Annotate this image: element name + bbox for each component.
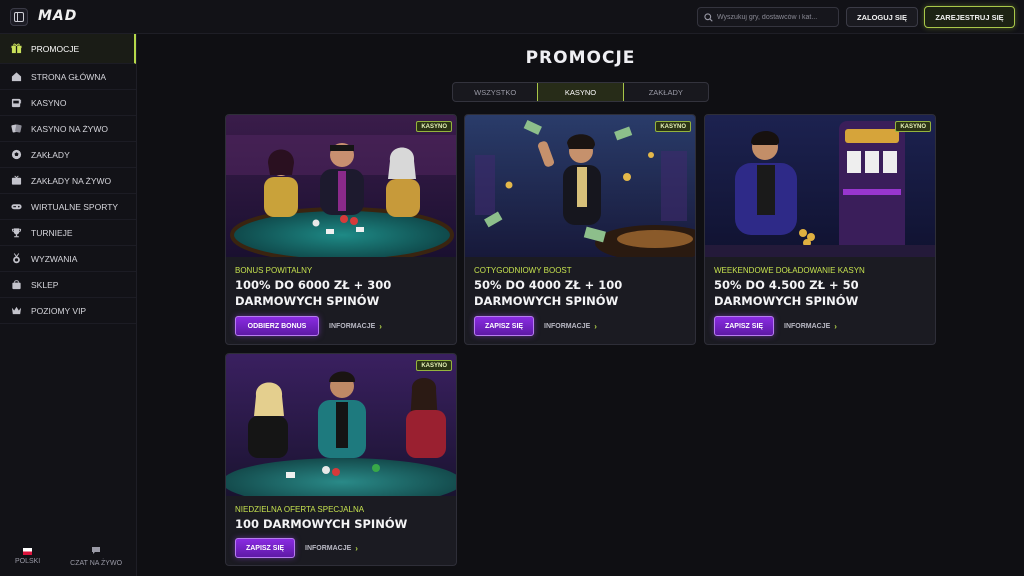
sidebar-footer: POLSKI CZAT NA ŻYWO — [0, 536, 137, 576]
claim-bonus-button[interactable]: ODBIERZ BONUS — [235, 316, 319, 336]
sidebar-item-tournaments[interactable]: TURNIEJE — [0, 220, 136, 246]
sidebar-item-label: KASYNO NA ŻYWO — [31, 123, 108, 134]
sidebar-item-casino[interactable]: KASYNO — [0, 90, 136, 116]
sidebar-item-label: ZAKŁADY — [31, 149, 70, 160]
sidebar-item-sports[interactable]: ZAKŁADY — [0, 142, 136, 168]
sign-up-button[interactable]: ZAPISZ SIĘ — [235, 538, 295, 558]
chevron-right-icon: › — [834, 322, 837, 331]
sidebar-item-label: ZAKŁADY NA ŻYWO — [31, 175, 112, 186]
promo-card: KASYNO WEEKENDOWE DOŁADOWANIE KASYN 50% … — [704, 114, 936, 345]
sidebar-item-live-sports[interactable]: ZAKŁADY NA ŻYWO — [0, 168, 136, 194]
sidebar-toggle-button[interactable] — [10, 8, 28, 26]
promo-title: 50% DO 4000 ZŁ + 100 DARMOWYCH SPINÓW — [474, 278, 623, 308]
sidebar-item-virtual-sports[interactable]: WIRTUALNE SPORTY — [0, 194, 136, 220]
category-badge: KASYNO — [655, 121, 691, 132]
sidebar-item-challenges[interactable]: WYZWANIA — [0, 246, 136, 272]
tab-all[interactable]: WSZYSTKO — [453, 83, 537, 101]
promo-title: 100% DO 6000 ZŁ + 300 DARMOWYCH SPINÓW — [235, 278, 392, 308]
cards-icon — [11, 123, 22, 134]
football-icon — [11, 149, 22, 160]
promo-subtitle: BONUS POWITALNY — [235, 266, 313, 275]
medal-icon — [11, 253, 22, 264]
search-box[interactable] — [697, 7, 839, 27]
sidebar-item-label: POZIOMY VIP — [31, 305, 87, 316]
info-link-label: INFORMACJE — [329, 323, 376, 330]
sidebar-item-promotions[interactable]: PROMOCJE — [0, 34, 136, 64]
tv-icon — [11, 175, 22, 186]
shop-icon — [11, 279, 22, 290]
home-icon — [11, 71, 22, 82]
register-button[interactable]: ZAREJESTRUJ SIĘ — [924, 6, 1015, 28]
sidebar-item-label: SKLEP — [31, 279, 59, 290]
promo-card: KASYNO COTYGODNIOWY BOOST 50% DO 4000 ZŁ… — [464, 114, 696, 345]
sidebar-item-label: TURNIEJE — [31, 227, 73, 238]
info-link-label: INFORMACJE — [305, 545, 352, 552]
promo-image-slot-machine: KASYNO — [705, 115, 935, 257]
logo[interactable]: MAD — [38, 8, 77, 24]
sign-up-button[interactable]: ZAPISZ SIĘ — [474, 316, 534, 336]
sidebar-item-label: STRONA GŁÓWNA — [31, 71, 107, 82]
search-icon — [704, 12, 713, 22]
category-badge: KASYNO — [416, 360, 452, 371]
sidebar-item-label: KASYNO — [31, 97, 67, 108]
live-chat-label: CZAT NA ŻYWO — [70, 559, 123, 567]
category-badge: KASYNO — [895, 121, 931, 132]
login-button[interactable]: ZALOGUJ SIĘ — [846, 7, 918, 27]
info-link-label: INFORMACJE — [784, 323, 831, 330]
promo-subtitle: WEEKENDOWE DOŁADOWANIE KASYN — [714, 266, 865, 275]
sign-up-button[interactable]: ZAPISZ SIĘ — [714, 316, 774, 336]
info-link[interactable]: INFORMACJE › — [544, 322, 597, 331]
language-selector[interactable]: POLSKI — [14, 547, 41, 565]
sidebar-item-shop[interactable]: SKLEP — [0, 272, 136, 298]
promo-title: 100 DARMOWYCH SPINÓW — [235, 517, 408, 531]
promo-card: KASYNO NIEDZIELNA OFERTA SPECJALNA 100 D… — [225, 353, 457, 566]
sidebar-item-vip-levels[interactable]: POZIOMY VIP — [0, 298, 136, 324]
sidebar-item-label: WYZWANIA — [31, 253, 78, 264]
sidebar-item-label: PROMOCJE — [31, 43, 80, 54]
promo-subtitle: COTYGODNIOWY BOOST — [474, 266, 572, 275]
chevron-right-icon: › — [355, 544, 358, 553]
promo-image-money-rain: KASYNO — [465, 115, 695, 257]
sidebar-toggle-icon — [14, 12, 24, 22]
trophy-icon — [11, 227, 22, 238]
gamepad-icon — [11, 201, 22, 212]
slot-machine-icon — [11, 97, 22, 108]
live-chat-button[interactable]: CZAT NA ŻYWO — [70, 546, 122, 567]
page-title: PROMOCJE — [525, 48, 636, 68]
sidebar-item-label: WIRTUALNE SPORTY — [31, 201, 119, 212]
chevron-right-icon: › — [379, 322, 382, 331]
category-badge: KASYNO — [416, 121, 452, 132]
top-header: MAD ZALOGUJ SIĘ ZAREJESTRUJ SIĘ — [0, 0, 1024, 34]
sidebar-item-home[interactable]: STRONA GŁÓWNA — [0, 64, 136, 90]
promo-subtitle: NIEDZIELNA OFERTA SPECJALNA — [235, 505, 365, 514]
filter-tabs: WSZYSTKO KASYNO ZAKŁADY — [452, 82, 709, 102]
info-link[interactable]: INFORMACJE › — [329, 322, 382, 331]
promo-card: KASYNO BONUS POWITALNY 100% DO 6000 ZŁ +… — [225, 114, 457, 345]
search-input[interactable] — [717, 13, 838, 21]
info-link[interactable]: INFORMACJE › — [305, 544, 358, 553]
sidebar-item-live-casino[interactable]: KASYNO NA ŻYWO — [0, 116, 136, 142]
gift-icon — [11, 43, 22, 54]
info-link-label: INFORMACJE — [544, 323, 591, 330]
promo-image-card-table: KASYNO — [226, 354, 456, 496]
language-label: POLSKI — [14, 557, 41, 565]
tab-casino[interactable]: KASYNO — [537, 83, 624, 101]
tab-sports[interactable]: ZAKŁADY — [624, 83, 708, 101]
promo-image-poker-table: KASYNO — [226, 115, 456, 257]
sidebar: PROMOCJE STRONA GŁÓWNA KASYNO KASYNO NA … — [0, 34, 137, 576]
chat-icon — [91, 546, 101, 557]
promo-title: 50% DO 4.500 ZŁ + 50 DARMOWYCH SPINÓW — [714, 278, 859, 308]
info-link[interactable]: INFORMACJE › — [784, 322, 837, 331]
poland-flag-icon — [23, 547, 33, 555]
chevron-right-icon: › — [594, 322, 597, 331]
crown-icon — [11, 305, 22, 316]
